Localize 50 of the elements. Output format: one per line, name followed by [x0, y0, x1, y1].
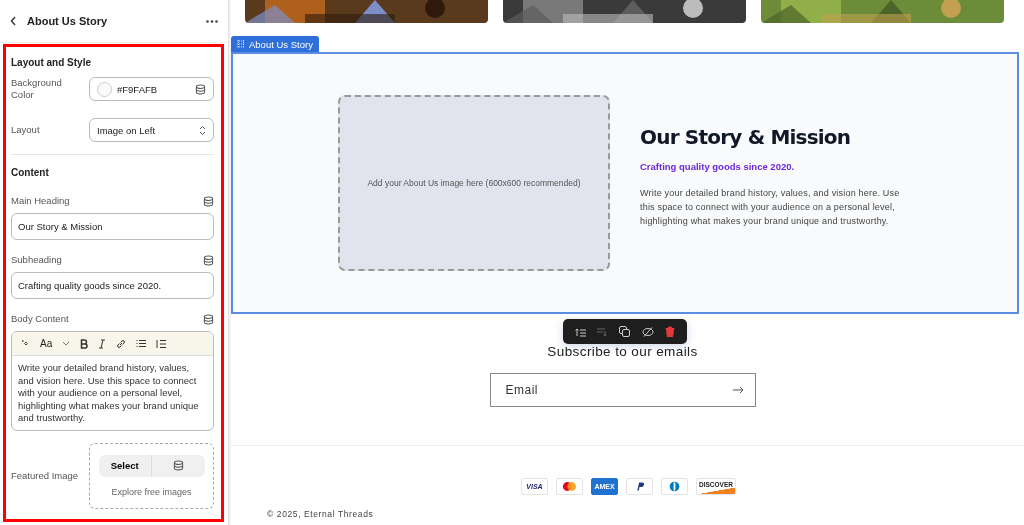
- section-tag[interactable]: About Us Story: [231, 36, 319, 52]
- italic-icon[interactable]: [98, 338, 107, 349]
- duplicate-icon[interactable]: [619, 326, 631, 337]
- trash-icon[interactable]: [665, 326, 676, 337]
- hide-icon[interactable]: [641, 326, 654, 337]
- diners-club-icon: [661, 478, 688, 495]
- section-heading: Layout and Style: [11, 57, 92, 68]
- input-field[interactable]: Crafting quality goods since 2020.: [11, 272, 214, 299]
- email-field[interactable]: Email: [489, 373, 756, 407]
- database-icon[interactable]: [195, 83, 206, 95]
- caret-icon[interactable]: [62, 341, 71, 346]
- section-heading: Content: [11, 167, 50, 178]
- explore-images-link[interactable]: Explore free images: [111, 486, 192, 497]
- chevron-icon: [199, 124, 206, 136]
- back-icon[interactable]: [10, 16, 17, 26]
- copyright-text: © 2025, Eternal Threads: [267, 509, 375, 519]
- section-body-text: Write your detailed brand history, values, and vision here. Use this space to connect with your audience on a personal level, highlighting what makes your brand unique and trustworthy.: [640, 186, 901, 228]
- field-label: Background Color: [11, 77, 63, 101]
- body-text-editor[interactable]: Write your detailed brand history, values, and vision here. Use this space to connect with your audience on a personal level, highlighting what makes your brand unique and trustworthy.: [12, 356, 213, 430]
- field-label: Featured Image: [11, 469, 79, 482]
- font-size-button[interactable]: Aa: [40, 338, 53, 349]
- color-swatch: [97, 81, 112, 97]
- section-heading: Our Story & Mission: [640, 124, 852, 149]
- color-field[interactable]: #F9FAFB: [89, 77, 214, 101]
- database-icon[interactable]: [172, 460, 184, 471]
- arrow-right-icon[interactable]: [732, 386, 744, 394]
- paypal-icon: [626, 478, 653, 495]
- field-label: Subheading: [11, 254, 62, 266]
- select-button[interactable]: Select: [98, 454, 205, 477]
- about-section[interactable]: [231, 52, 1019, 314]
- more-icon[interactable]: [206, 19, 218, 23]
- layout-select[interactable]: Image on Left: [89, 118, 214, 142]
- database-icon[interactable]: [203, 313, 214, 325]
- field-label: Main Heading: [11, 195, 70, 207]
- field-label: Body Content: [11, 313, 69, 325]
- bold-icon[interactable]: [80, 338, 89, 349]
- panel-title: About Us Story: [27, 15, 109, 27]
- input-field[interactable]: Our Story & Mission: [11, 213, 214, 240]
- database-icon[interactable]: [203, 254, 214, 266]
- database-icon[interactable]: [203, 195, 214, 207]
- section-subheading: Crafting quality goods since 2020.: [640, 160, 796, 172]
- mastercard-icon: [556, 478, 583, 495]
- link-icon[interactable]: [116, 338, 127, 349]
- move-up-icon[interactable]: [574, 326, 586, 337]
- subscribe-heading: Subscribe to our emails: [547, 344, 698, 359]
- bullet-list-icon[interactable]: [136, 339, 147, 348]
- field-label: Layout: [11, 124, 40, 136]
- image-placeholder: Add your About Us image here (600x600 recommended): [338, 95, 610, 271]
- grid-icon: [237, 40, 245, 48]
- numbered-list-icon[interactable]: [156, 338, 167, 349]
